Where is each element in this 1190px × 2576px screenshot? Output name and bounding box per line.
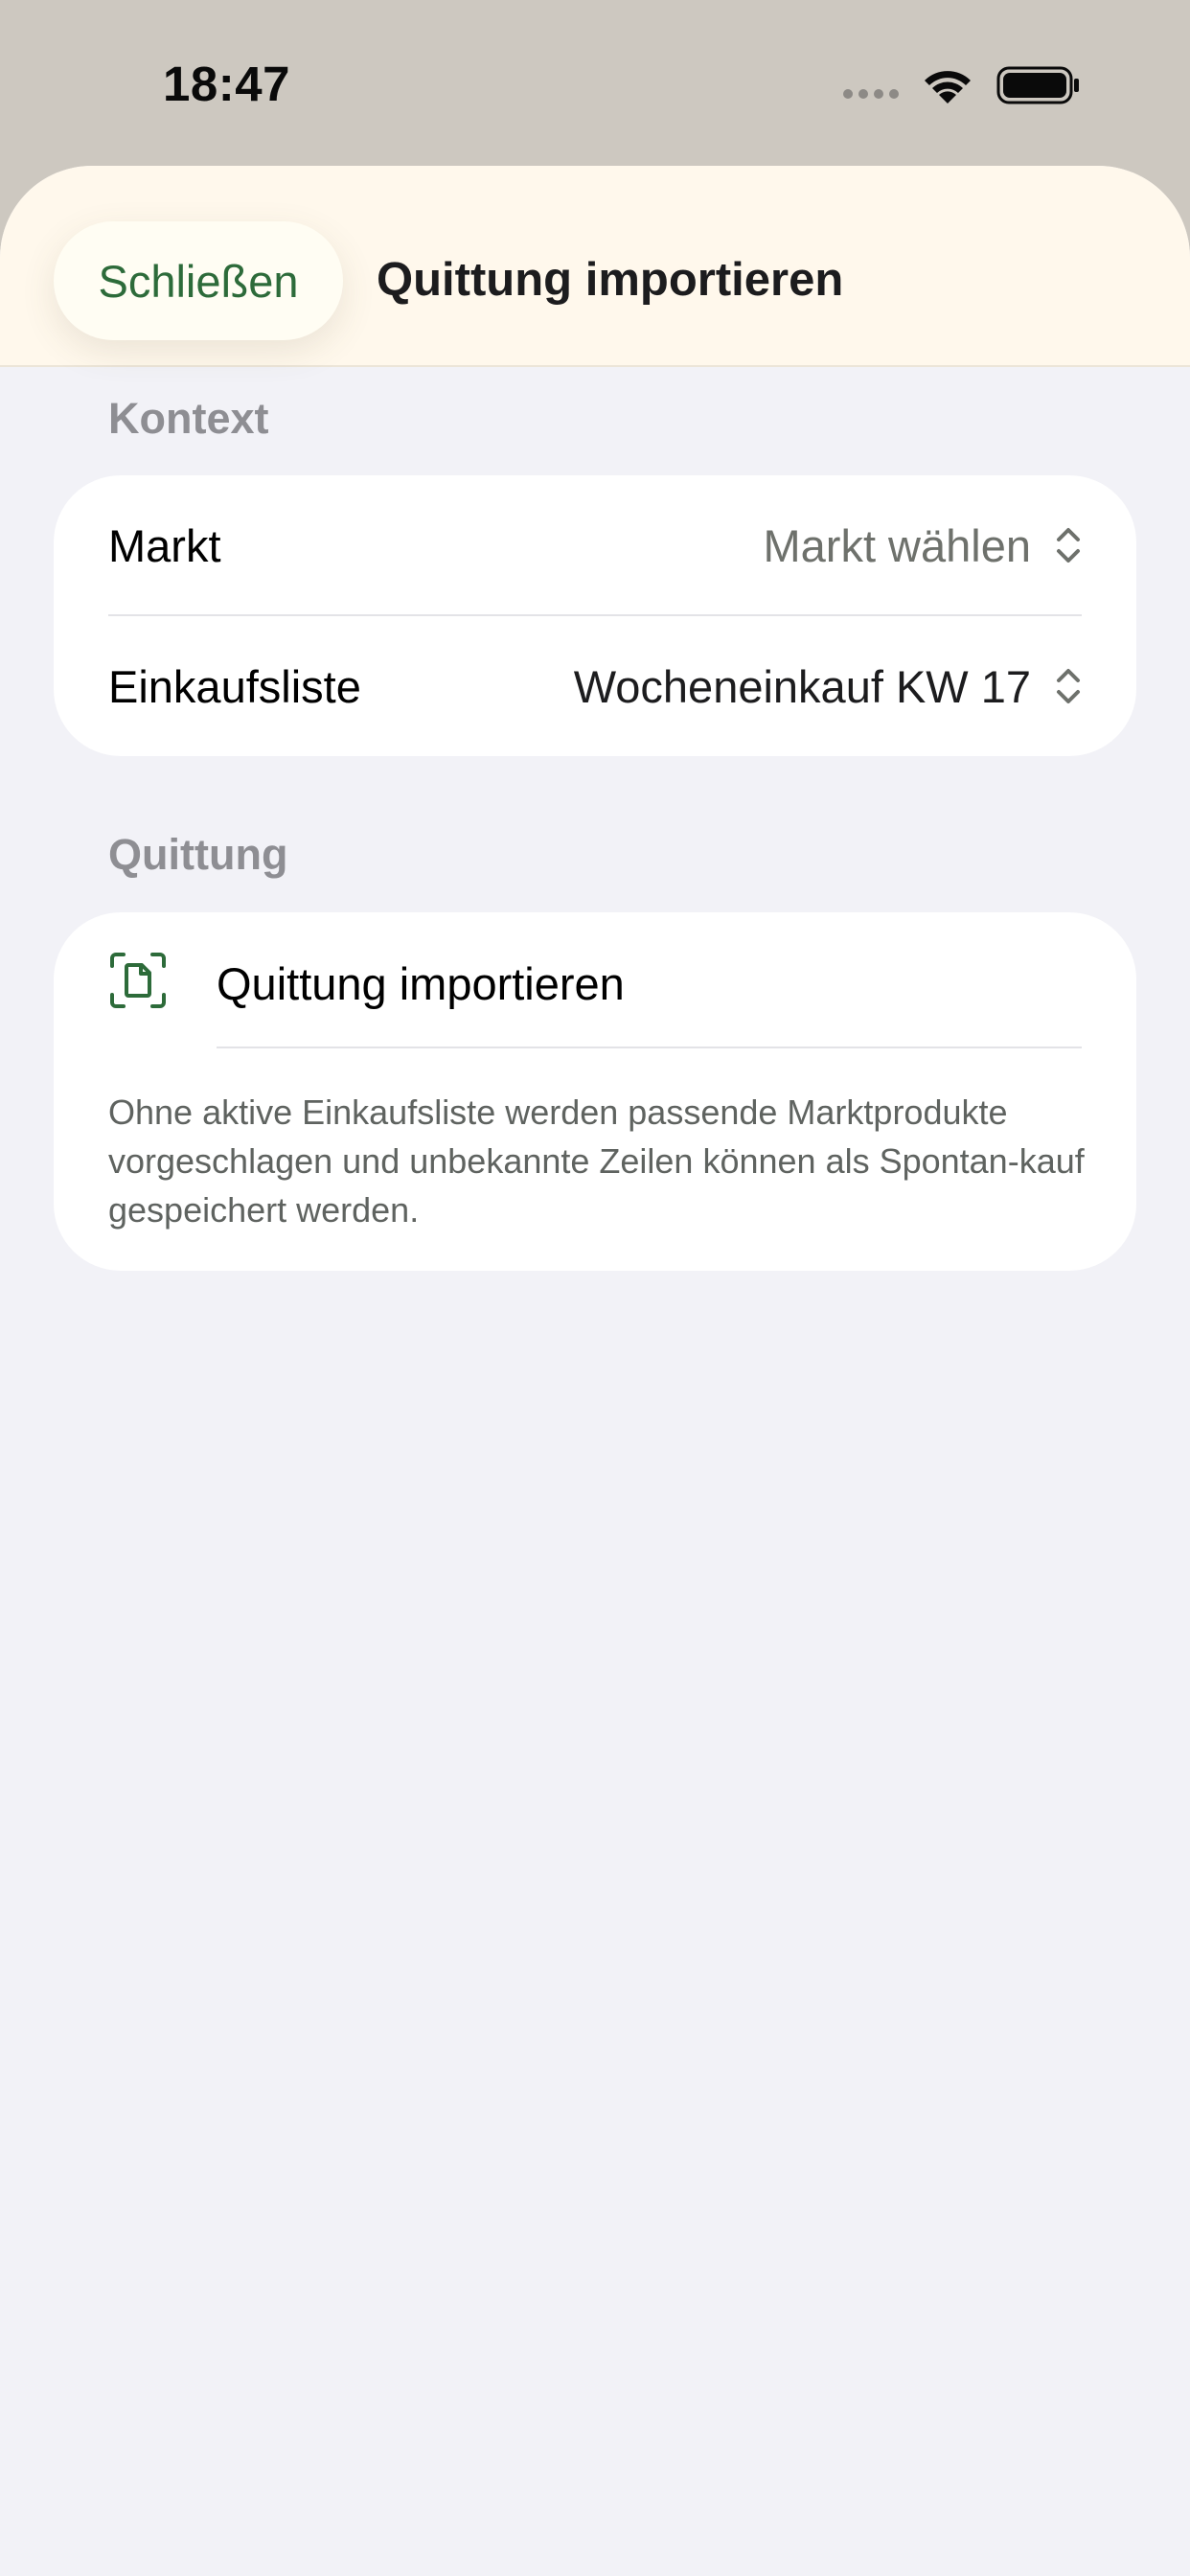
close-button[interactable]: Schließen xyxy=(54,221,343,340)
wifi-icon xyxy=(925,71,971,104)
nav-bar: Schließen Quittung importieren xyxy=(0,166,1190,367)
status-bar: 18:47 xyxy=(0,0,1190,168)
page-title: Quittung importieren xyxy=(377,254,844,306)
shopping-list-label: Einkaufsliste xyxy=(108,660,361,712)
market-label: Markt xyxy=(108,519,221,571)
cellular-signal-icon xyxy=(843,89,899,99)
battery-icon xyxy=(996,66,1079,104)
market-value: Markt wählen xyxy=(763,519,1032,571)
context-card: Markt Markt wählen Einkaufsliste Wochene… xyxy=(54,475,1136,756)
market-picker-row[interactable]: Markt Markt wählen xyxy=(54,475,1136,615)
document-scan-icon xyxy=(110,953,166,1008)
row-separator xyxy=(217,1046,1082,1048)
receipt-card: Quittung importieren Ohne aktive Einkauf… xyxy=(54,912,1136,1271)
status-time: 18:47 xyxy=(163,57,290,111)
receipt-footnote: Ohne aktive Einkaufsliste werden passend… xyxy=(108,1092,1085,1230)
chevron-up-down-icon xyxy=(1057,528,1080,563)
import-receipt-label: Quittung importieren xyxy=(217,958,625,1009)
section-header-receipt: Quittung xyxy=(108,830,288,879)
section-header-context: Kontext xyxy=(108,394,269,443)
import-receipt-button[interactable]: Quittung importieren xyxy=(54,912,1136,1046)
shopping-list-picker-row[interactable]: Einkaufsliste Wocheneinkauf KW 17 xyxy=(54,616,1136,756)
status-icons xyxy=(843,65,1081,105)
shopping-list-value: Wocheneinkauf KW 17 xyxy=(573,660,1031,712)
chevron-up-down-icon xyxy=(1057,669,1080,703)
import-receipt-sheet: Schließen Quittung importieren Kontext M… xyxy=(0,166,1190,2576)
